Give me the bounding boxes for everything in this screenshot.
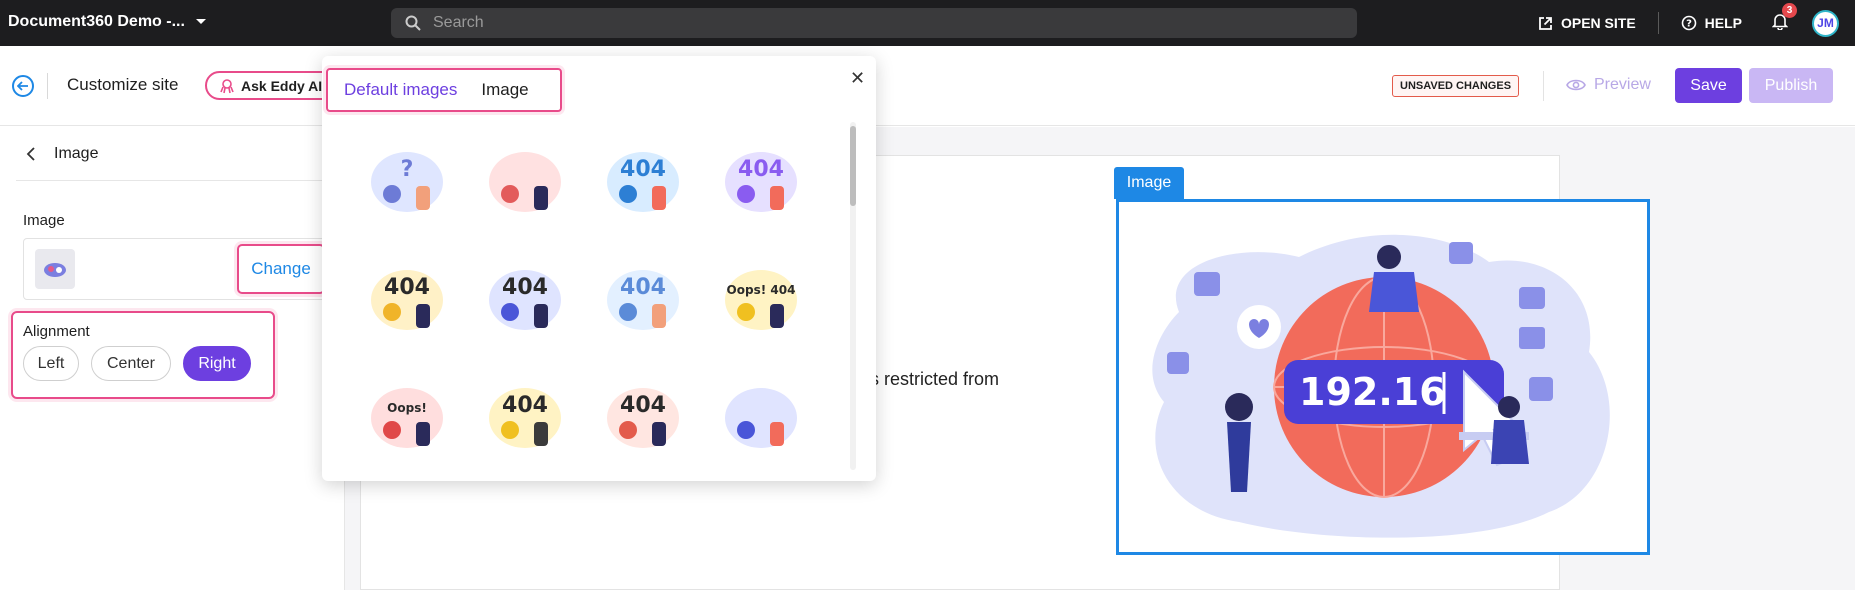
thumbnail-robot-oops-404[interactable]: Oops! 404: [716, 252, 806, 342]
monster-404-illustration: 404: [489, 270, 561, 330]
avatar[interactable]: JM: [1812, 9, 1839, 37]
divider: [47, 73, 48, 99]
open-site-link[interactable]: OPEN SITE: [1538, 15, 1636, 31]
thumbnail-text: 404: [620, 275, 666, 300]
publish-button[interactable]: Publish: [1749, 68, 1833, 103]
monitor-404-illustration: 404: [607, 152, 679, 212]
thumbnail-monitor-404[interactable]: 404: [598, 134, 688, 224]
shield-illustration-illustration: [725, 388, 797, 448]
alignment-label: Alignment: [23, 323, 90, 340]
align-left-button[interactable]: Left: [23, 346, 79, 381]
preview-button[interactable]: Preview: [1566, 76, 1651, 94]
project-selector[interactable]: Document360 Demo -...: [8, 13, 207, 31]
octopus-icon: [220, 78, 234, 93]
help-icon: ?: [1681, 15, 1696, 31]
external-link-icon: [1539, 16, 1552, 30]
preview-label: Preview: [1594, 76, 1651, 93]
ask-eddy-button[interactable]: Ask Eddy AI: [205, 71, 339, 100]
thumbnail-text: 404: [384, 275, 430, 300]
image-picker-popup: Default images Image ✕ ? 404 404 404 404 404 O…: [322, 56, 876, 481]
question-illustration-illustration: ?: [371, 152, 443, 212]
globe-illustration: 192.16: [1152, 234, 1610, 538]
eye-icon: [1566, 79, 1586, 91]
thumbnail-text: 404: [502, 275, 548, 300]
robot-oops-404-illustration: Oops! 404: [725, 270, 797, 330]
close-icon[interactable]: ✕: [850, 68, 865, 89]
page-body-text: is restricted from: [866, 369, 1000, 389]
svg-text:?: ?: [1686, 19, 1692, 30]
desk-404-illustration: 404: [725, 152, 797, 212]
thumbnail-question-illustration[interactable]: ?: [362, 134, 452, 224]
thumbnail-desk-404[interactable]: 404: [716, 134, 806, 224]
tab-default-images[interactable]: Default images: [344, 80, 457, 100]
chevron-left-icon[interactable]: [26, 146, 36, 162]
thumbnail-text: 404: [502, 393, 548, 418]
people-holding-404-illustration: 404: [607, 388, 679, 448]
image-tabs: Default images Image: [326, 68, 562, 112]
ask-eddy-label: Ask Eddy AI: [241, 77, 323, 94]
thumbnail-mountain-404[interactable]: 404: [480, 370, 570, 460]
change-image-button[interactable]: Change: [237, 244, 325, 294]
people-illustration-illustration: [489, 152, 561, 212]
image-block[interactable]: 192.16: [1116, 199, 1650, 555]
notifications-button[interactable]: 3: [1771, 2, 1797, 35]
image-thumbnail: [35, 249, 75, 289]
search-input[interactable]: Search: [391, 8, 1357, 38]
status-badge: UNSAVED CHANGES: [1392, 75, 1520, 97]
thumbnail-team-404[interactable]: 404: [598, 252, 688, 342]
mountain-404-illustration: 404: [489, 388, 561, 448]
ip-address-text: 192.16: [1299, 370, 1446, 414]
image-preview-icon: [44, 263, 66, 277]
arrow-left-icon: [17, 81, 28, 91]
divider: [1657, 12, 1659, 34]
align-center-button[interactable]: Center: [91, 346, 171, 381]
thumbnail-robot-oops[interactable]: Oops!: [362, 370, 452, 460]
page-title: Customize site: [67, 75, 179, 94]
settings-panel: Image Image Change Alignment Left Center…: [0, 127, 345, 590]
thumbnail-text: ?: [401, 157, 414, 182]
image-label: Image: [23, 212, 65, 229]
back-button[interactable]: [12, 75, 34, 97]
panel-header: Image: [16, 127, 326, 181]
help-link[interactable]: ? HELP: [1681, 15, 1742, 31]
panel-title: Image: [54, 144, 99, 162]
carry-404-illustration: 404: [371, 270, 443, 330]
chevron-down-icon: [195, 19, 206, 24]
thumbnail-carry-404[interactable]: 404: [362, 252, 452, 342]
team-404-illustration: 404: [607, 270, 679, 330]
project-name: Document360 Demo -...: [8, 13, 185, 30]
thumbnail-text: Oops!: [387, 401, 427, 415]
robot-oops-illustration: Oops!: [371, 388, 443, 448]
help-label: HELP: [1704, 15, 1742, 31]
thumbnail-people-illustration[interactable]: [480, 134, 570, 224]
thumbnail-shield-illustration[interactable]: [716, 370, 806, 460]
alignment-group: Alignment Left Center Right: [11, 311, 275, 399]
notification-count: 3: [1782, 2, 1797, 18]
thumbnail-text: 404: [738, 157, 784, 182]
divider: [1543, 71, 1544, 101]
thumbnail-text: 404: [620, 157, 666, 182]
open-site-label: OPEN SITE: [1560, 15, 1636, 31]
scrollbar-thumb[interactable]: [850, 126, 856, 206]
tab-image[interactable]: Image: [481, 80, 528, 100]
thumbnail-text: Oops! 404: [727, 283, 796, 297]
thumbnail-text: 404: [620, 393, 666, 418]
align-right-button[interactable]: Right: [183, 346, 251, 381]
search-icon: [405, 15, 421, 31]
save-button[interactable]: Save: [1675, 68, 1742, 103]
image-block-tag: Image: [1114, 167, 1184, 199]
top-bar: Document360 Demo -... Search OPEN SITE ?…: [0, 0, 1855, 46]
thumbnail-people-holding-404[interactable]: 404: [598, 370, 688, 460]
thumbnail-monster-404[interactable]: 404: [480, 252, 570, 342]
customize-toolbar: Customize site Ask Eddy AI UNSAVED CHANG…: [0, 46, 1855, 126]
search-placeholder: Search: [433, 14, 484, 31]
